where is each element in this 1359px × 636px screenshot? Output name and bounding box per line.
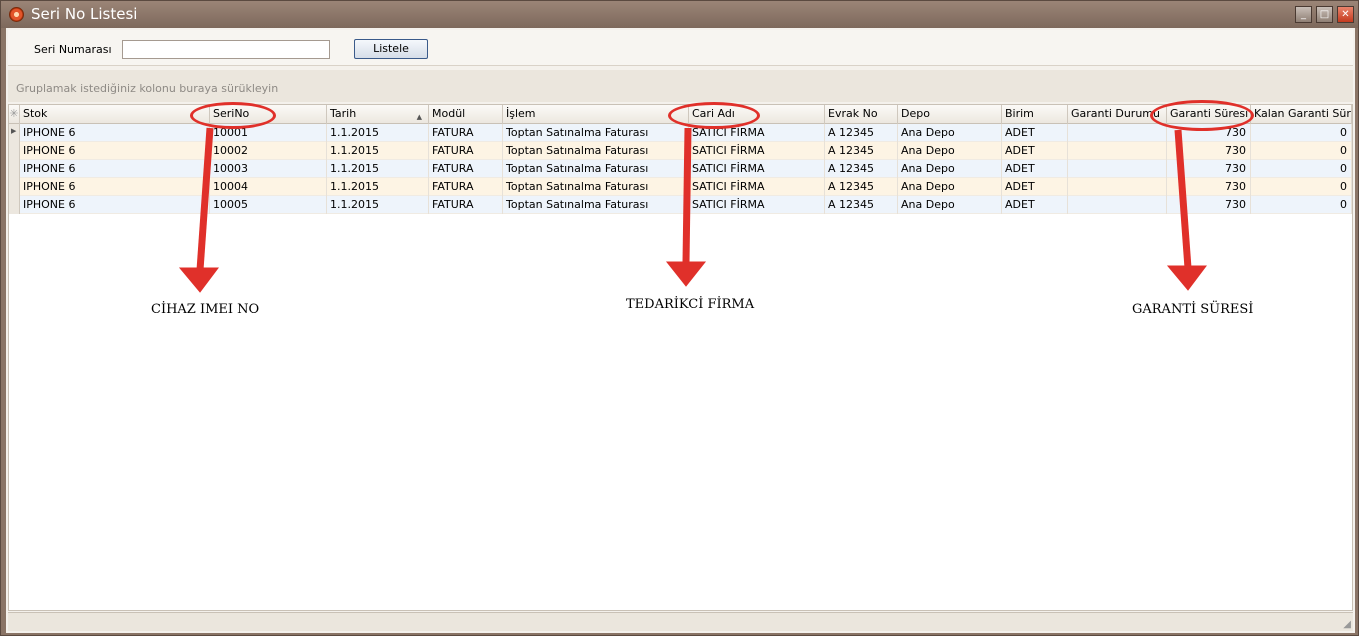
cell-garanti-durumu[interactable] [1068, 124, 1167, 142]
new-row-icon[interactable]: ✳ [9, 105, 20, 124]
annotation-warranty-label: GARANTİ SÜRESİ [1124, 296, 1262, 323]
cell-cari-adi[interactable]: SATICI FİRMA [689, 178, 825, 196]
list-button[interactable]: Listele [354, 39, 428, 59]
cell-cari-adi[interactable]: SATICI FİRMA [689, 142, 825, 160]
row-indicator[interactable]: ▶ [9, 124, 20, 142]
garanti-suresi-highlight-ellipse [1150, 100, 1254, 131]
cell-birim[interactable]: ADET [1002, 178, 1068, 196]
cell-islem[interactable]: Toptan Satınalma Faturası [503, 178, 689, 196]
cell-depo[interactable]: Ana Depo [898, 160, 1002, 178]
cell-evrak-no[interactable]: A 12345 [825, 124, 898, 142]
cell-garanti-durumu[interactable] [1068, 196, 1167, 214]
cell-cari-adi[interactable]: SATICI FİRMA [689, 160, 825, 178]
cell-stok[interactable]: IPHONE 6 [20, 160, 210, 178]
cell-tarih[interactable]: 1.1.2015 [327, 142, 429, 160]
cell-kalan-garanti-suresi[interactable]: 0 [1251, 178, 1352, 196]
cell-islem[interactable]: Toptan Satınalma Faturası [503, 160, 689, 178]
cell-islem[interactable]: Toptan Satınalma Faturası [503, 196, 689, 214]
resize-grip-icon[interactable]: ◢ [1343, 619, 1351, 630]
cell-garanti-suresi[interactable]: 730 [1167, 142, 1251, 160]
cell-stok[interactable]: IPHONE 6 [20, 196, 210, 214]
cell-kalan-garanti-suresi[interactable]: 0 [1251, 124, 1352, 142]
cell-islem[interactable]: Toptan Satınalma Faturası [503, 124, 689, 142]
cell-serino[interactable]: 10003 [210, 160, 327, 178]
cell-evrak-no[interactable]: A 12345 [825, 196, 898, 214]
cell-modul[interactable]: FATURA [429, 142, 503, 160]
serial-number-label: Seri Numarası [34, 43, 112, 56]
sort-ascending-icon: ▲ [416, 113, 422, 121]
cell-garanti-suresi[interactable]: 730 [1167, 160, 1251, 178]
cell-garanti-durumu[interactable] [1068, 178, 1167, 196]
search-bar: Seri Numarası Listele [8, 30, 1353, 66]
column-header-tarih[interactable]: Tarih ▲ [327, 105, 429, 124]
cell-stok[interactable]: IPHONE 6 [20, 178, 210, 196]
cell-tarih[interactable]: 1.1.2015 [327, 124, 429, 142]
cell-depo[interactable]: Ana Depo [898, 178, 1002, 196]
row-indicator[interactable] [9, 196, 20, 214]
title-bar[interactable]: Seri No Listesi _ □ ✕ [1, 1, 1358, 28]
window-title: Seri No Listesi [31, 5, 138, 23]
cell-birim[interactable]: ADET [1002, 196, 1068, 214]
cell-modul[interactable]: FATURA [429, 124, 503, 142]
cell-depo[interactable]: Ana Depo [898, 124, 1002, 142]
cell-islem[interactable]: Toptan Satınalma Faturası [503, 142, 689, 160]
column-header-islem[interactable]: İşlem [503, 105, 689, 124]
cell-serino[interactable]: 10002 [210, 142, 327, 160]
serino-highlight-ellipse [190, 102, 276, 129]
table-row[interactable]: IPHONE 6 10003 1.1.2015 FATURA Toptan Satına… [9, 160, 1352, 178]
row-indicator[interactable] [9, 160, 20, 178]
cell-garanti-suresi[interactable]: 730 [1167, 196, 1251, 214]
cell-tarih[interactable]: 1.1.2015 [327, 196, 429, 214]
cell-garanti-durumu[interactable] [1068, 142, 1167, 160]
cell-serino[interactable]: 10004 [210, 178, 327, 196]
table-row[interactable]: IPHONE 6 10004 1.1.2015 FATURA Toptan Satına… [9, 178, 1352, 196]
cell-tarih[interactable]: 1.1.2015 [327, 160, 429, 178]
column-header-depo[interactable]: Depo [898, 105, 1002, 124]
group-panel[interactable]: Gruplamak istediğiniz kolonu buraya sürü… [8, 70, 1353, 102]
cell-stok[interactable]: IPHONE 6 [20, 124, 210, 142]
table-row[interactable]: IPHONE 6 10005 1.1.2015 FATURA Toptan Satına… [9, 196, 1352, 214]
annotation-imei-label: CİHAZ IMEI NO [143, 296, 268, 323]
column-header-modul[interactable]: Modül [429, 105, 503, 124]
status-bar: ◢ [8, 612, 1353, 631]
cell-kalan-garanti-suresi[interactable]: 0 [1251, 160, 1352, 178]
cell-depo[interactable]: Ana Depo [898, 142, 1002, 160]
cell-birim[interactable]: ADET [1002, 124, 1068, 142]
cell-depo[interactable]: Ana Depo [898, 196, 1002, 214]
cell-serino[interactable]: 10005 [210, 196, 327, 214]
cell-birim[interactable]: ADET [1002, 142, 1068, 160]
cell-garanti-suresi[interactable]: 730 [1167, 178, 1251, 196]
cell-kalan-garanti-suresi[interactable]: 0 [1251, 196, 1352, 214]
cell-modul[interactable]: FATURA [429, 178, 503, 196]
column-header-stok[interactable]: Stok [20, 105, 210, 124]
cell-modul[interactable]: FATURA [429, 196, 503, 214]
row-indicator[interactable] [9, 178, 20, 196]
close-button[interactable]: ✕ [1337, 6, 1354, 23]
maximize-button[interactable]: □ [1316, 6, 1333, 23]
data-grid: ✳ Stok SeriNo Tarih ▲ Modül İşlem Cari Adı Evra… [8, 104, 1353, 611]
cell-evrak-no[interactable]: A 12345 [825, 178, 898, 196]
group-panel-hint: Gruplamak istediğiniz kolonu buraya sürü… [16, 82, 279, 95]
serial-number-input[interactable] [122, 40, 330, 59]
column-header-evrak-no[interactable]: Evrak No [825, 105, 898, 124]
cell-stok[interactable]: IPHONE 6 [20, 142, 210, 160]
cell-kalan-garanti-suresi[interactable]: 0 [1251, 142, 1352, 160]
column-header-kalan-garanti-suresi[interactable]: Kalan Garanti Süresi [1251, 105, 1352, 124]
cell-cari-adi[interactable]: SATICI FİRMA [689, 196, 825, 214]
minimize-button[interactable]: _ [1295, 6, 1312, 23]
cell-tarih[interactable]: 1.1.2015 [327, 178, 429, 196]
row-indicator[interactable] [9, 142, 20, 160]
cell-birim[interactable]: ADET [1002, 160, 1068, 178]
annotation-supplier-label: TEDARİKCİ FİRMA [618, 291, 763, 318]
cari-adi-highlight-ellipse [668, 102, 760, 129]
table-row[interactable]: IPHONE 6 10002 1.1.2015 FATURA Toptan Satına… [9, 142, 1352, 160]
current-row-icon: ▶ [11, 127, 17, 135]
cell-modul[interactable]: FATURA [429, 160, 503, 178]
column-header-birim[interactable]: Birim [1002, 105, 1068, 124]
cell-garanti-durumu[interactable] [1068, 160, 1167, 178]
cell-evrak-no[interactable]: A 12345 [825, 142, 898, 160]
app-icon [9, 7, 24, 22]
cell-evrak-no[interactable]: A 12345 [825, 160, 898, 178]
